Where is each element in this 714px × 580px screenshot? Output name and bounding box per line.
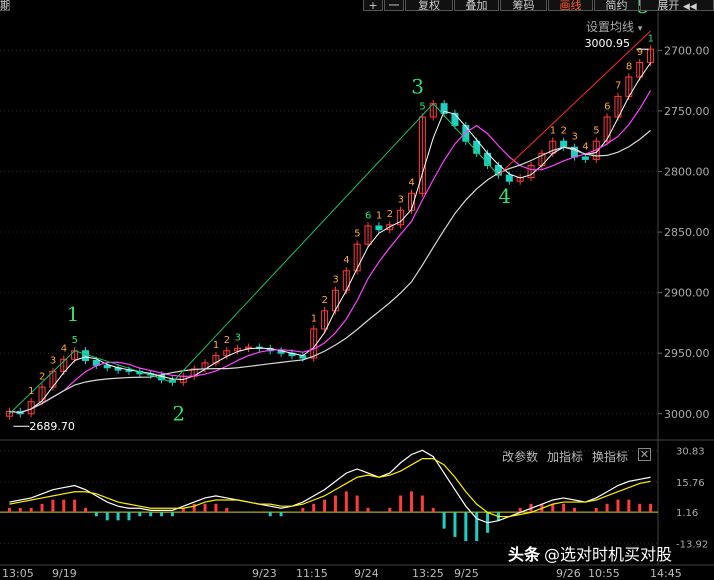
td-count-marker: 5 xyxy=(419,101,425,112)
candle-body xyxy=(103,364,111,369)
wave-label-1: 1 xyxy=(67,302,80,326)
y-tick-label: 3000.00 xyxy=(664,408,710,421)
ma-mid-line xyxy=(9,90,652,414)
zoom-out-button[interactable]: 一 xyxy=(384,0,404,11)
draw-line-button[interactable]: 画线 xyxy=(548,0,593,11)
td-count-marker: 3 xyxy=(235,333,241,344)
td-count-marker: 6 xyxy=(365,210,371,221)
period-button[interactable]: 期 xyxy=(0,0,10,11)
indicator-y-tick-label: -13.92 xyxy=(676,539,708,550)
td-count-marker: 2 xyxy=(224,335,230,346)
td-count-marker: 1 xyxy=(376,210,382,221)
y-tick-label: 2800.00 xyxy=(664,165,710,178)
x-tick-label: 11:15 xyxy=(296,567,328,580)
zoom-in-button[interactable]: + xyxy=(363,0,383,11)
wave-label-4: 4 xyxy=(498,184,511,208)
change-indicator-link[interactable]: 换指标 xyxy=(592,448,628,465)
td-count-marker: 1 xyxy=(28,386,34,397)
td-count-marker: 6 xyxy=(604,101,610,112)
td-count-marker: 9 xyxy=(637,47,643,58)
td-count-marker: 5 xyxy=(593,126,599,137)
candle-body xyxy=(375,225,383,231)
td-count-marker: 1 xyxy=(213,340,219,351)
watermark: 头条 @选对时机买对股 xyxy=(508,542,672,568)
expand-label: 展开 xyxy=(657,0,680,11)
wave-label-2: 2 xyxy=(172,401,185,425)
candle-body xyxy=(451,112,459,126)
simple-button[interactable]: 简约 xyxy=(594,0,639,11)
td-count-marker: 2 xyxy=(561,126,567,137)
td-count-marker: 1 xyxy=(550,126,556,137)
high-value-label: 3000.95 xyxy=(585,37,631,50)
indicator-y-tick-label: 1.16 xyxy=(676,508,698,519)
td-count-marker: 3 xyxy=(332,275,338,286)
x-tick-label: 14:45 xyxy=(650,567,682,580)
x-tick-label: 9/26 xyxy=(556,567,581,580)
td-count-marker: 7 xyxy=(615,81,621,92)
td-count-marker: 8 xyxy=(626,61,632,72)
td-count-marker: 3 xyxy=(572,132,578,143)
x-tick-label: 9/25 xyxy=(454,567,479,580)
td-count-marker: 1 xyxy=(311,313,317,324)
candle-body xyxy=(560,140,568,148)
toutiao-logo: 头条 xyxy=(508,545,541,564)
y-tick-label: 2750.00 xyxy=(664,105,710,118)
indicator-y-tick-label: 30.83 xyxy=(676,447,705,458)
add-indicator-link[interactable]: 加指标 xyxy=(547,448,583,465)
ma-slow-line xyxy=(9,129,651,414)
edit-params-link[interactable]: 改参数 xyxy=(502,448,538,465)
x-tick-label: 9/23 xyxy=(252,567,277,580)
td-count-marker: 5 xyxy=(72,335,78,346)
chevron-down-icon: ▾ xyxy=(637,24,643,34)
toolbar: 期 + 一 复权 叠加 筹码 画线 简约 展开 ◀◀ xyxy=(0,0,714,12)
overlay-button[interactable]: 叠加 xyxy=(454,0,499,11)
watermark-text: @选对时机买对股 xyxy=(544,545,673,564)
td-count-marker: 4 xyxy=(343,255,349,266)
settings-ma-label: 设置均线 xyxy=(586,20,635,34)
x-tick-label: 9/19 xyxy=(52,567,77,580)
ma-fast-line xyxy=(9,62,651,414)
macd-dea-line xyxy=(9,458,651,518)
low-value-label: 2689.70 xyxy=(29,420,75,433)
y-tick-label: 2850.00 xyxy=(664,226,710,239)
td-count-marker: 2 xyxy=(322,295,328,306)
y-tick-label: 2950.00 xyxy=(664,347,710,360)
td-count-marker: 3 xyxy=(50,356,56,367)
chart-stage: 3000.00 2950.00 2900.00 2850.00 2800.00 2750.… xyxy=(0,0,714,580)
close-icon[interactable]: ✕ xyxy=(638,448,651,461)
td-count-marker: 4 xyxy=(582,141,588,152)
price-chart[interactable]: 3000.00 2950.00 2900.00 2850.00 2800.00 2750.… xyxy=(0,0,714,580)
td-count-marker: 5 xyxy=(354,229,360,240)
settings-ma-button[interactable]: 设置均线 ▾ xyxy=(586,18,642,35)
wave-line xyxy=(432,103,499,176)
fuquan-button[interactable]: 复权 xyxy=(405,0,453,11)
chip-button[interactable]: 筹码 xyxy=(500,0,547,11)
td-count-marker: 3 xyxy=(398,195,404,206)
td-count-marker: 1 xyxy=(648,33,654,44)
x-tick-label: 10:55 xyxy=(588,567,620,580)
x-tick-label: 9/24 xyxy=(354,567,379,580)
expand-arrows-icon: ◀◀ xyxy=(682,2,697,11)
td-count-marker: 4 xyxy=(61,344,67,355)
x-tick-label: 13:25 xyxy=(412,567,444,580)
indicator-y-tick-label: 15.76 xyxy=(676,478,705,489)
candle-body xyxy=(505,174,513,182)
td-count-marker: 2 xyxy=(39,371,45,382)
x-tick-label: 13:05 xyxy=(2,567,34,580)
y-tick-label: 2700.00 xyxy=(664,44,710,57)
td-count-marker: 4 xyxy=(409,178,415,189)
candle-body xyxy=(581,156,589,160)
wave-label-3: 3 xyxy=(411,75,424,99)
candle-body xyxy=(82,350,89,361)
expand-button[interactable]: 展开 ◀◀ xyxy=(640,0,714,11)
td-count-marker: 2 xyxy=(387,209,393,220)
y-tick-label: 2900.00 xyxy=(664,287,710,300)
